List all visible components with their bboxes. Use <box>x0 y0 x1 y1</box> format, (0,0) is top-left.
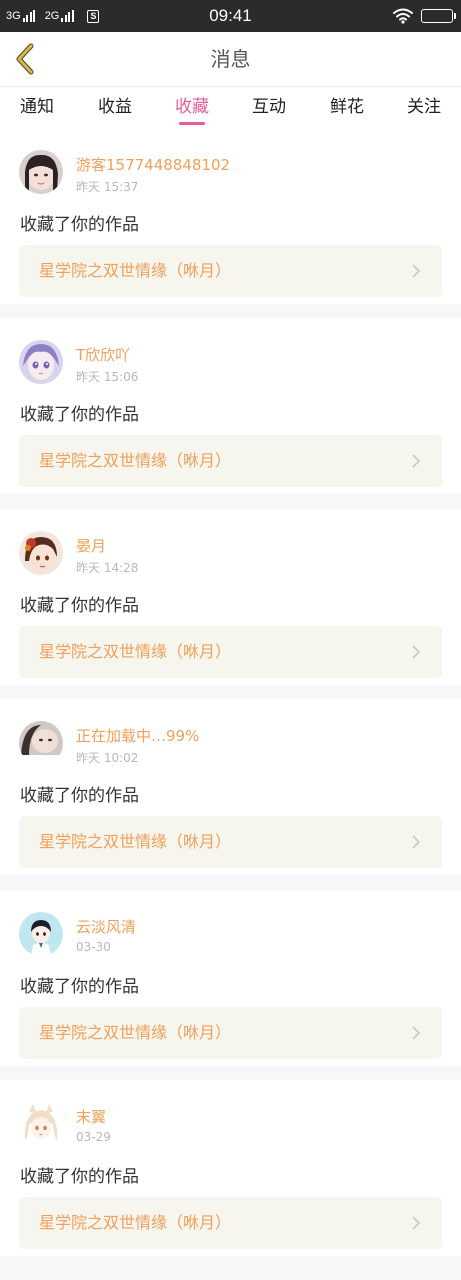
avatar[interactable] <box>19 150 63 194</box>
notification-card: 正在加载中…99% 昨天 10:02 收藏了你的作品 星学院之双世情缘（咻月） <box>0 699 461 876</box>
action-text: 收藏了你的作品 <box>20 976 139 997</box>
notification-card: T欣欣吖 昨天 15:06 收藏了你的作品 星学院之双世情缘（咻月） <box>0 318 461 495</box>
work-title: 星学院之双世情缘（咻月） <box>39 1022 232 1042</box>
timestamp: 昨天 14:28 <box>76 560 139 575</box>
chevron-right-icon <box>412 454 421 468</box>
avatar[interactable] <box>19 911 63 956</box>
work-link[interactable]: 星学院之双世情缘（咻月） <box>19 245 442 297</box>
notification-card: 游客1577448848102 昨天 15:37 收藏了你的作品 星学院之双世情… <box>0 128 461 304</box>
tab-label: 互动 <box>252 97 286 117</box>
username[interactable]: 正在加载中…99% <box>76 725 199 746</box>
chevron-right-icon <box>412 835 421 849</box>
notification-card: 末翼 03-29 收藏了你的作品 星学院之双世情缘（咻月） <box>0 1079 461 1256</box>
tab-flowers[interactable]: 鲜花 <box>327 87 367 128</box>
work-title: 星学院之双世情缘（咻月） <box>39 261 232 280</box>
work-title: 星学院之双世情缘（咻月） <box>39 1212 232 1232</box>
timestamp: 昨天 15:37 <box>76 180 139 194</box>
notification-card: 晏月 昨天 14:28 收藏了你的作品 星学院之双世情缘（咻月） <box>0 508 461 685</box>
timestamp: 昨天 15:06 <box>76 370 139 385</box>
username[interactable]: 云淡风清 <box>76 916 136 937</box>
tab-bar: 通知 收益 收藏 互动 鲜花 关注 <box>0 86 461 128</box>
tab-notice[interactable]: 通知 <box>18 87 56 128</box>
timestamp: 昨天 10:02 <box>76 751 139 766</box>
battery-icon <box>421 9 456 23</box>
tab-follow[interactable]: 关注 <box>404 87 444 128</box>
username[interactable]: 游客1577448848102 <box>76 154 230 175</box>
active-tab-indicator <box>179 122 205 125</box>
tab-interaction[interactable]: 互动 <box>249 87 289 128</box>
username[interactable]: T欣欣吖 <box>76 344 130 365</box>
notification-list: 游客1577448848102 昨天 15:37 收藏了你的作品 星学院之双世情… <box>0 128 461 1270</box>
work-title: 星学院之双世情缘（咻月） <box>39 641 232 661</box>
notification-card: 云淡风清 03-30 收藏了你的作品 星学院之双世情缘（咻月） <box>0 889 461 1066</box>
work-link[interactable]: 星学院之双世情缘（咻月） <box>19 1006 442 1059</box>
avatar[interactable] <box>19 340 63 385</box>
header: 消息 <box>0 32 461 86</box>
tab-earnings[interactable]: 收益 <box>95 87 135 128</box>
username[interactable]: 晏月 <box>76 535 106 556</box>
action-text: 收藏了你的作品 <box>20 1166 139 1187</box>
work-link[interactable]: 星学院之双世情缘（咻月） <box>19 435 442 488</box>
work-link[interactable]: 星学院之双世情缘（咻月） <box>19 816 442 869</box>
chevron-right-icon <box>412 645 421 659</box>
status-time: 09:41 <box>209 6 252 25</box>
tab-label: 收藏 <box>175 97 209 117</box>
tab-favorites[interactable]: 收藏 <box>172 87 212 128</box>
avatar[interactable] <box>19 721 63 766</box>
chevron-right-icon <box>412 1216 421 1230</box>
work-title: 星学院之双世情缘（咻月） <box>39 451 232 471</box>
timestamp: 03-29 <box>76 1129 111 1144</box>
avatar[interactable] <box>19 530 63 575</box>
tab-label: 鲜花 <box>330 97 364 117</box>
status-right <box>393 0 456 32</box>
work-link[interactable]: 星学院之双世情缘（咻月） <box>19 625 442 678</box>
work-title: 星学院之双世情缘（咻月） <box>39 832 232 852</box>
chevron-right-icon <box>412 264 421 278</box>
status-bar: 3G 2G S 09:41 <box>0 0 461 32</box>
work-link[interactable]: 星学院之双世情缘（咻月） <box>19 1196 442 1249</box>
action-text: 收藏了你的作品 <box>20 215 139 235</box>
action-text: 收藏了你的作品 <box>20 405 139 426</box>
tab-label: 收益 <box>98 97 132 117</box>
timestamp: 03-30 <box>76 939 111 954</box>
username[interactable]: 末翼 <box>76 1106 106 1127</box>
action-text: 收藏了你的作品 <box>20 786 139 807</box>
tab-label: 关注 <box>407 97 441 117</box>
action-text: 收藏了你的作品 <box>20 595 139 616</box>
wifi-icon <box>393 8 413 24</box>
avatar[interactable] <box>19 1101 63 1146</box>
chevron-right-icon <box>412 1025 421 1040</box>
tab-label: 通知 <box>20 97 54 117</box>
page-title: 消息 <box>210 47 251 71</box>
